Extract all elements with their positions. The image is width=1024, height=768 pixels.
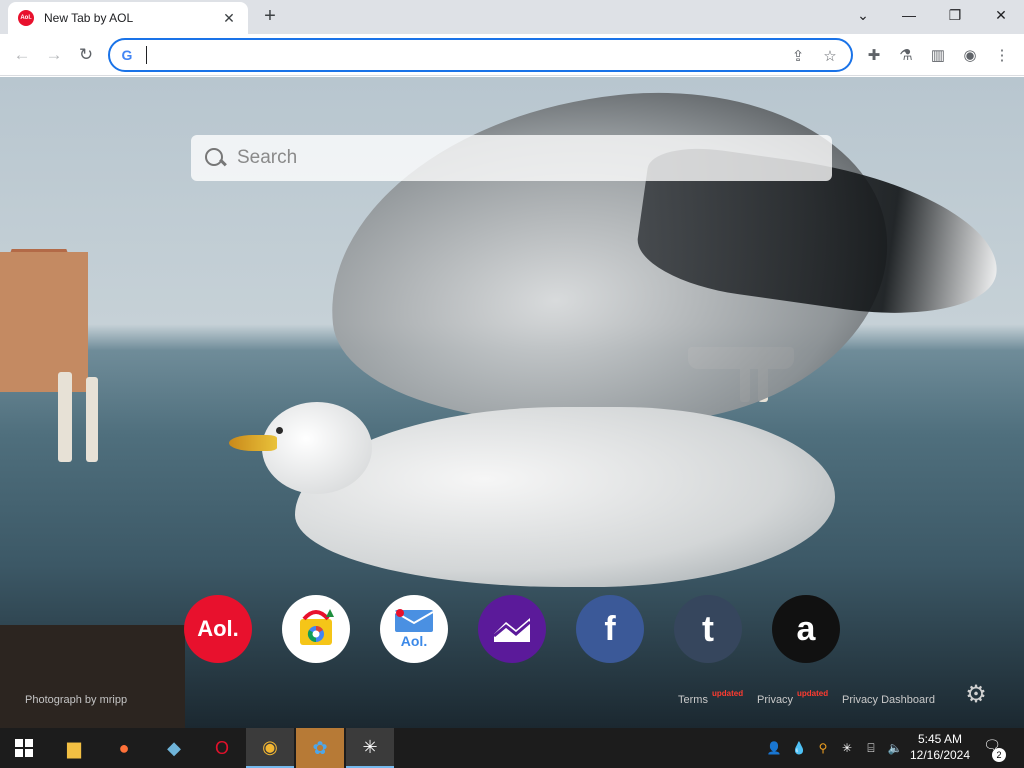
lab-flask-icon[interactable]: ⚗ — [894, 43, 918, 67]
background-photo-building — [0, 252, 88, 392]
new-tab-page: Search Aol. Aol. f t a Photograph by mri… — [0, 77, 1024, 728]
firefox-icon[interactable]: ● — [100, 728, 148, 768]
search-box[interactable]: Search — [191, 135, 832, 181]
shortcut-tumblr[interactable]: t — [674, 595, 742, 663]
tab-aol-newtab[interactable]: Aol. New Tab by AOL ✕ — [8, 2, 248, 34]
shortcut-amazon[interactable]: a — [772, 595, 840, 663]
volume-muted-icon[interactable]: 🔈 — [886, 739, 904, 757]
notification-count-badge: 2 — [992, 748, 1006, 762]
photo-credit[interactable]: Photograph by mripp — [25, 694, 127, 706]
profile-avatar-icon[interactable]: ◉ — [958, 43, 982, 67]
terms-updated-badge: updated — [712, 689, 744, 698]
aol-favicon-icon: Aol. — [18, 10, 34, 26]
search-icon — [203, 146, 227, 170]
side-panel-icon[interactable]: ▥ — [926, 43, 950, 67]
shortcut-tiles: Aol. Aol. f t a — [0, 595, 1024, 665]
shortcut-finance[interactable] — [478, 595, 546, 663]
system-clock[interactable]: 5:45 AM 12/16/2024 — [907, 731, 973, 763]
menu-kebab-icon[interactable]: ⋮ — [990, 43, 1014, 67]
restore-button[interactable]: ❐ — [932, 0, 978, 30]
reload-button[interactable]: ↻ — [72, 41, 100, 69]
aol-mail-label: Aol. — [400, 633, 428, 649]
gear-icon[interactable]: ⚙ — [964, 683, 988, 707]
tumblr-icon: t — [702, 608, 714, 649]
tab-search-chevron-icon[interactable]: ⌄ — [840, 0, 886, 30]
address-bar[interactable]: G ⇪ ☆ — [108, 38, 853, 72]
privacy-updated-badge: updated — [797, 689, 829, 698]
opera-icon[interactable]: O — [198, 728, 246, 768]
new-tab-button[interactable]: + — [258, 5, 282, 29]
network-app-icon[interactable]: ◆ — [150, 728, 198, 768]
shortcut-facebook[interactable]: f — [576, 595, 644, 663]
bookmark-star-icon[interactable]: ☆ — [818, 44, 842, 68]
tab-title: New Tab by AOL — [44, 11, 134, 25]
google-icon: G — [121, 47, 133, 63]
extensions-puzzle-icon[interactable]: ✚ — [862, 43, 886, 67]
background-photo-seagull-body — [295, 407, 835, 587]
forward-button[interactable]: → — [40, 41, 68, 69]
clock-time: 5:45 AM — [917, 732, 963, 746]
droplet-tray-icon[interactable]: 💧 — [790, 739, 808, 757]
share-icon[interactable]: ⇪ — [786, 44, 810, 68]
back-button[interactable]: ← — [8, 41, 36, 69]
text-cursor — [146, 46, 147, 64]
search-placeholder: Search — [237, 147, 298, 168]
privacy-link[interactable]: Privacy — [757, 694, 793, 706]
search-tray-icon[interactable]: ⚲ — [814, 739, 832, 757]
background-photo-pole — [86, 377, 98, 462]
amazon-icon: a — [796, 609, 816, 648]
colorful-app-icon[interactable]: ✿ — [296, 728, 344, 768]
browser-toolbar: ← → ↻ G ⇪ ☆ ✚ ⚗ ▥ ◉ ⋮ — [0, 34, 1024, 76]
shortcut-chrome-web-store[interactable] — [282, 595, 350, 663]
finance-chart-icon — [493, 618, 531, 642]
sparkle-tray-icon[interactable]: ✳ — [838, 739, 856, 757]
mail-envelope-icon — [394, 609, 434, 632]
background-photo-seagull-beak — [229, 435, 277, 451]
clock-date: 12/16/2024 — [909, 748, 971, 762]
star-app-icon[interactable]: ✳ — [346, 728, 394, 768]
windows-taskbar: ▆ ● ◆ O ◉ ✿ ✳ 👤 💧 ⚲ ✳ ⌸ 🔈 5:45 AM 12/16/… — [0, 728, 1024, 768]
shortcut-aol[interactable]: Aol. — [184, 595, 252, 663]
shortcut-aol-mail[interactable]: Aol. — [380, 595, 448, 663]
aol-logo-icon: Aol. — [197, 616, 239, 641]
user-tray-icon[interactable]: 👤 — [765, 739, 783, 757]
background-photo-pole — [58, 372, 72, 462]
tab-bar: Aol. New Tab by AOL ✕ + ⌄ — ❐ ✕ — [0, 0, 1024, 34]
close-window-button[interactable]: ✕ — [978, 0, 1024, 30]
terms-link[interactable]: Terms — [678, 694, 708, 706]
facebook-icon: f — [604, 609, 616, 648]
start-windows-icon[interactable] — [0, 728, 48, 768]
close-tab-icon[interactable]: ✕ — [220, 10, 238, 27]
background-photo-seagull-eye — [276, 427, 283, 434]
network-tray-icon[interactable]: ⌸ — [862, 739, 880, 757]
minimize-button[interactable]: — — [886, 0, 932, 30]
privacy-dashboard-link[interactable]: Privacy Dashboard — [842, 694, 935, 706]
background-photo-seagull-head — [262, 402, 372, 494]
chrome-icon[interactable]: ◉ — [246, 728, 294, 768]
chrome-web-store-icon — [300, 609, 334, 645]
file-explorer-icon[interactable]: ▆ — [50, 728, 98, 768]
